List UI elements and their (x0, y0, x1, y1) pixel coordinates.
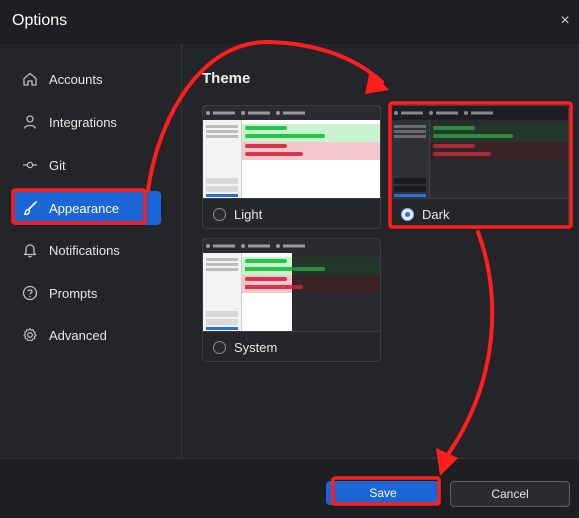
radio-light[interactable] (213, 207, 226, 221)
sidebar: Accounts Integrations Git Appearance Not… (0, 44, 182, 458)
bell-icon (21, 241, 39, 259)
sidebar-item-notifications[interactable]: Notifications (12, 233, 161, 267)
theme-option-dark[interactable]: Dark (391, 198, 568, 228)
theme-label: Light (234, 206, 263, 222)
title-bar: Options × (0, 0, 579, 44)
theme-option-light[interactable]: Light (203, 198, 380, 228)
light-theme-preview (203, 106, 380, 198)
section-title: Theme (202, 70, 251, 87)
sidebar-item-label: Prompts (49, 285, 98, 301)
sidebar-item-accounts[interactable]: Accounts (12, 62, 161, 96)
radio-dark[interactable] (401, 207, 414, 221)
sidebar-item-label: Accounts (49, 71, 103, 87)
sidebar-item-integrations[interactable]: Integrations (12, 105, 161, 139)
cancel-button[interactable]: Cancel (450, 481, 570, 507)
theme-card-system[interactable]: System (202, 238, 381, 362)
theme-card-dark[interactable]: Dark (390, 105, 569, 229)
save-button[interactable]: Save (326, 481, 440, 505)
sidebar-item-label: Notifications (49, 242, 120, 258)
theme-label: Dark (422, 206, 450, 222)
home-icon (21, 70, 39, 88)
sidebar-item-advanced[interactable]: Advanced (12, 318, 161, 352)
sidebar-item-appearance[interactable]: Appearance (12, 191, 161, 225)
theme-card-light[interactable]: Light (202, 105, 381, 229)
radio-system[interactable] (213, 340, 226, 354)
git-commit-icon (21, 156, 39, 174)
theme-label: System (234, 339, 278, 355)
system-theme-preview (203, 239, 380, 331)
sidebar-item-prompts[interactable]: Prompts (12, 276, 161, 310)
brush-icon (21, 199, 39, 217)
sidebar-item-label: Appearance (49, 200, 120, 216)
sidebar-item-label: Advanced (49, 327, 107, 343)
gear-icon (21, 326, 39, 344)
sidebar-item-label: Git (49, 157, 66, 173)
close-icon[interactable]: × (557, 13, 573, 29)
dark-theme-preview (391, 106, 568, 198)
theme-option-system[interactable]: System (203, 331, 380, 361)
dialog-footer: Save Cancel (0, 458, 579, 518)
main-content: Theme Light Dark System (182, 44, 579, 458)
sidebar-item-git[interactable]: Git (12, 148, 161, 182)
dialog-title: Options (12, 12, 68, 29)
person-icon (21, 113, 39, 131)
options-dialog: Options × Accounts Integrations Git Appe… (0, 0, 579, 518)
sidebar-item-label: Integrations (49, 114, 117, 130)
question-icon (21, 284, 39, 302)
